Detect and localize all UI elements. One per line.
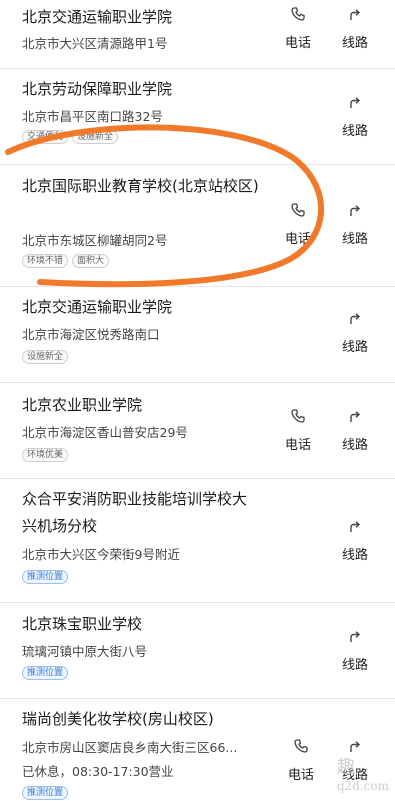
phone-label: 电话 [284,438,311,453]
tag-list: 推测位置 [22,786,69,800]
list-item[interactable]: 北京交通运输职业学院 北京市大兴区清源路甲1号 电话 线路 [0,0,395,69]
watermark: 趣 q2d.com [337,753,389,793]
route-button[interactable]: 线路 [333,202,377,247]
route-label: 线路 [341,340,368,355]
tag-list: 交通便利 设施新全 [22,130,119,144]
list-item[interactable]: 瑞尚创美化妆学校(房山校区) 北京市房山区窦店良乡南大街三区66... 已休息，… [0,698,395,801]
route-arrow-icon [333,94,377,116]
phone-button[interactable]: 电话 [276,6,320,51]
tag: 交通便利 [22,130,69,144]
business-hours: 已休息，08:30-17:30营业 [22,764,174,779]
route-button[interactable]: 线路 [333,6,377,51]
school-address: 北京市海淀区香山普安店29号 [22,425,188,440]
list-item[interactable]: 北京劳动保障职业学院 北京市昌平区南口路32号 交通便利 设施新全 线路 [0,68,395,165]
school-name[interactable]: 瑞尚创美化妆学校(房山校区) [22,706,272,733]
school-address: 北京市大兴区清源路甲1号 [22,36,168,51]
school-address: 北京市昌平区南口路32号 [22,109,163,124]
watermark-line2: q2d.com [336,779,389,793]
tag-list: 环境优美 [22,448,69,462]
school-name[interactable]: 北京农业职业学院 [22,392,272,419]
route-button[interactable]: 线路 [333,628,377,673]
tag: 环境不错 [22,254,69,268]
phone-icon [276,408,320,430]
tag: 面积大 [72,254,110,268]
school-name[interactable]: 众合平安消防职业技能培训学校大兴机场分校 [22,486,257,540]
school-address: 北京市房山区窦店良乡南大街三区66... [22,740,238,755]
phone-button[interactable]: 电话 [276,408,320,453]
list-item[interactable]: 北京珠宝职业学校 琉璃河镇中原大街八号 推测位置 线路 [0,602,395,699]
route-label: 线路 [341,232,368,247]
phone-icon [276,6,320,28]
tag-inferred-location: 推测位置 [22,786,69,800]
list-item[interactable]: 北京农业职业学院 北京市海淀区香山普安店29号 环境优美 电话 线路 [0,382,395,479]
school-address: 北京市大兴区今荣街9号附近 [22,547,180,562]
route-arrow-icon [333,408,377,430]
school-name[interactable]: 北京劳动保障职业学院 [22,76,272,103]
route-button[interactable]: 线路 [333,408,377,453]
route-button[interactable]: 线路 [333,310,377,355]
route-arrow-icon [333,202,377,224]
tag-list: 推测位置 [22,570,69,584]
school-name[interactable]: 北京交通运输职业学院 [22,4,272,31]
list-item[interactable]: 北京交通运输职业学院 北京市海淀区悦秀路南口 设施新全 线路 [0,286,395,383]
list-item[interactable]: 众合平安消防职业技能培训学校大兴机场分校 北京市大兴区今荣街9号附近 推测位置 … [0,478,395,603]
route-arrow-icon [333,518,377,540]
school-address: 北京市东城区柳罐胡同2号 [22,233,168,248]
tag-inferred-location: 推测位置 [22,666,69,680]
school-name[interactable]: 北京珠宝职业学校 [22,611,272,638]
route-label: 线路 [341,36,368,51]
route-label: 线路 [341,548,368,563]
route-label: 线路 [341,438,368,453]
tag-list: 环境不错 面积大 [22,254,110,268]
route-label: 线路 [341,124,368,139]
route-arrow-icon [333,310,377,332]
route-button[interactable]: 线路 [333,94,377,139]
tag: 设施新全 [22,350,69,364]
list-item[interactable]: 北京国际职业教育学校(北京站校区) 北京市东城区柳罐胡同2号 环境不错 面积大 … [0,164,395,287]
tag-list: 推测位置 [22,666,69,680]
phone-icon [279,738,323,760]
tag: 环境优美 [22,448,69,462]
phone-button[interactable]: 电话 [279,738,323,783]
phone-button[interactable]: 电话 [276,202,320,247]
school-address: 北京市海淀区悦秀路南口 [22,327,160,342]
phone-icon [276,202,320,224]
route-arrow-icon [333,628,377,650]
route-label: 线路 [341,658,368,673]
school-address: 琉璃河镇中原大街八号 [22,644,148,659]
watermark-line1: 趣 [336,757,355,778]
phone-label: 电话 [284,232,311,247]
phone-label: 电话 [287,768,314,783]
route-arrow-icon [333,6,377,28]
school-name[interactable]: 北京交通运输职业学院 [22,294,272,321]
tag-inferred-location: 推测位置 [22,570,69,584]
tag: 设施新全 [72,130,119,144]
tag-list: 设施新全 [22,350,69,364]
school-name[interactable]: 北京国际职业教育学校(北京站校区) [22,173,272,200]
route-button[interactable]: 线路 [333,518,377,563]
phone-label: 电话 [284,36,311,51]
